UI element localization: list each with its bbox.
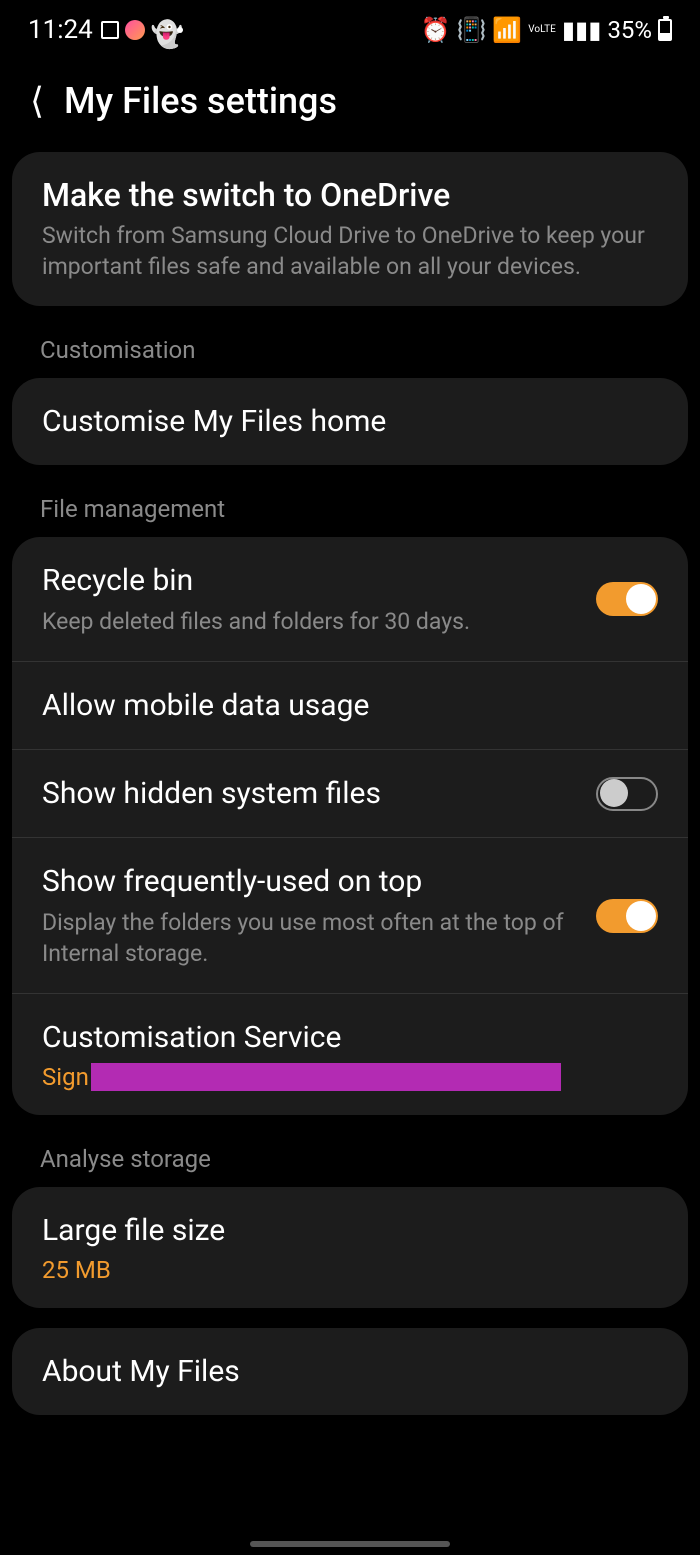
frequent-toggle[interactable] (596, 899, 658, 933)
customise-home-title: Customise My Files home (42, 402, 658, 441)
customise-home-item[interactable]: Customise My Files home (12, 378, 688, 465)
section-label-analyse: Analyse storage (12, 1135, 688, 1187)
hidden-files-toggle[interactable] (596, 777, 658, 811)
promo-subtitle: Switch from Samsung Cloud Drive to OneDr… (42, 220, 658, 282)
battery-icon (658, 19, 672, 41)
gesture-bar[interactable] (250, 1541, 450, 1547)
about-title: About My Files (42, 1352, 658, 1391)
alarm-icon: ⏰ (421, 16, 451, 44)
customisation-card: Customise My Files home (12, 378, 688, 465)
app-notification-icon (125, 20, 145, 40)
section-label-customisation: Customisation (12, 326, 688, 378)
about-card: About My Files (12, 1328, 688, 1415)
signin-prefix: Sign (42, 1063, 89, 1091)
promo-title: Make the switch to OneDrive (42, 176, 658, 214)
analyse-card: Large file size 25 MB (12, 1187, 688, 1308)
vibrate-icon: 📳 (456, 16, 486, 44)
large-file-title: Large file size (42, 1211, 658, 1250)
section-label-file-management: File management (12, 485, 688, 537)
snapchat-icon: 👻 (151, 20, 171, 40)
signal-icon: ▮▮▮ (562, 16, 602, 44)
more-notifications-icon (177, 27, 183, 33)
onedrive-promo-card[interactable]: Make the switch to OneDrive Switch from … (12, 152, 688, 306)
large-file-value: 25 MB (42, 1256, 658, 1284)
about-item[interactable]: About My Files (12, 1328, 688, 1415)
wifi-icon: 📶 (492, 16, 522, 44)
redacted-account (91, 1063, 561, 1091)
mobile-data-item[interactable]: Allow mobile data usage (12, 662, 688, 750)
battery-percent: 35% (607, 16, 652, 44)
recycle-bin-item[interactable]: Recycle bin Keep deleted files and folde… (12, 537, 688, 662)
customisation-service-item[interactable]: Customisation Service Sign (12, 994, 688, 1115)
hidden-files-title: Show hidden system files (42, 774, 576, 813)
recycle-bin-toggle[interactable] (596, 582, 658, 616)
file-management-card: Recycle bin Keep deleted files and folde… (12, 537, 688, 1115)
status-left: 11:24 👻 (28, 15, 183, 45)
frequent-item[interactable]: Show frequently-used on top Display the … (12, 838, 688, 994)
gallery-icon (101, 21, 119, 39)
mobile-data-title: Allow mobile data usage (42, 686, 658, 725)
lte-icon: VoLTE (528, 25, 556, 35)
page-header: ⟨ My Files settings (0, 56, 700, 152)
frequent-title: Show frequently-used on top (42, 862, 576, 901)
large-file-item[interactable]: Large file size 25 MB (12, 1187, 688, 1308)
recycle-bin-sub: Keep deleted files and folders for 30 da… (42, 606, 576, 637)
page-title: My Files settings (64, 80, 337, 122)
back-icon[interactable]: ⟨ (30, 83, 44, 119)
status-bar: 11:24 👻 ⏰ 📳 📶 VoLTE ▮▮▮ 35% (0, 0, 700, 56)
customisation-service-title: Customisation Service (42, 1018, 658, 1057)
status-right: ⏰ 📳 📶 VoLTE ▮▮▮ 35% (421, 16, 672, 44)
frequent-sub: Display the folders you use most often a… (42, 907, 576, 969)
hidden-files-item[interactable]: Show hidden system files (12, 750, 688, 838)
recycle-bin-title: Recycle bin (42, 561, 576, 600)
status-time: 11:24 (28, 15, 93, 45)
